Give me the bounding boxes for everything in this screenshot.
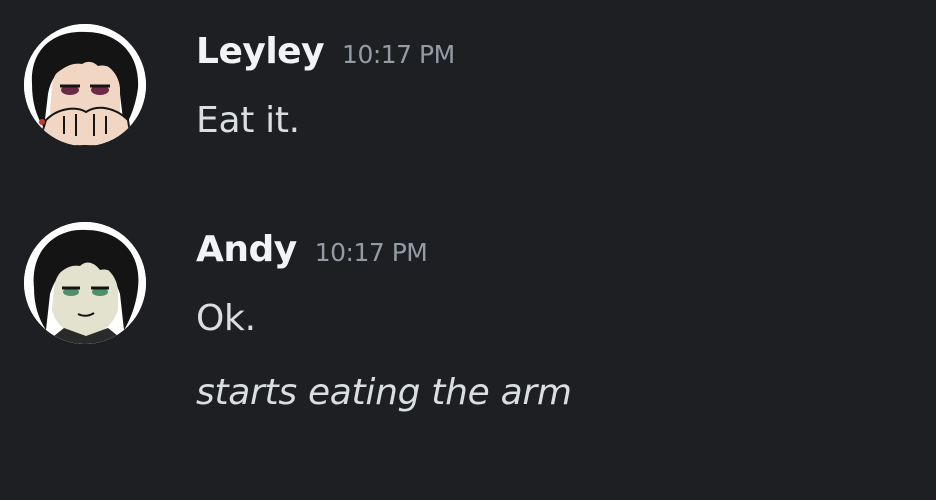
username[interactable]: Andy bbox=[196, 229, 297, 270]
message-text-italic: starts eating the arm bbox=[196, 372, 572, 413]
message-header: Leyley 10:17 PM bbox=[196, 28, 455, 76]
username[interactable]: Leyley bbox=[196, 31, 325, 72]
message-header: Andy 10:17 PM bbox=[196, 226, 428, 274]
timestamp: 10:17 PM bbox=[314, 238, 428, 267]
andy-avatar-icon[interactable] bbox=[24, 222, 146, 344]
message-text: Eat it. bbox=[196, 100, 300, 141]
timestamp: 10:17 PM bbox=[342, 40, 455, 69]
message-text: Ok. bbox=[196, 298, 256, 339]
leyley-avatar-icon[interactable] bbox=[24, 24, 146, 146]
